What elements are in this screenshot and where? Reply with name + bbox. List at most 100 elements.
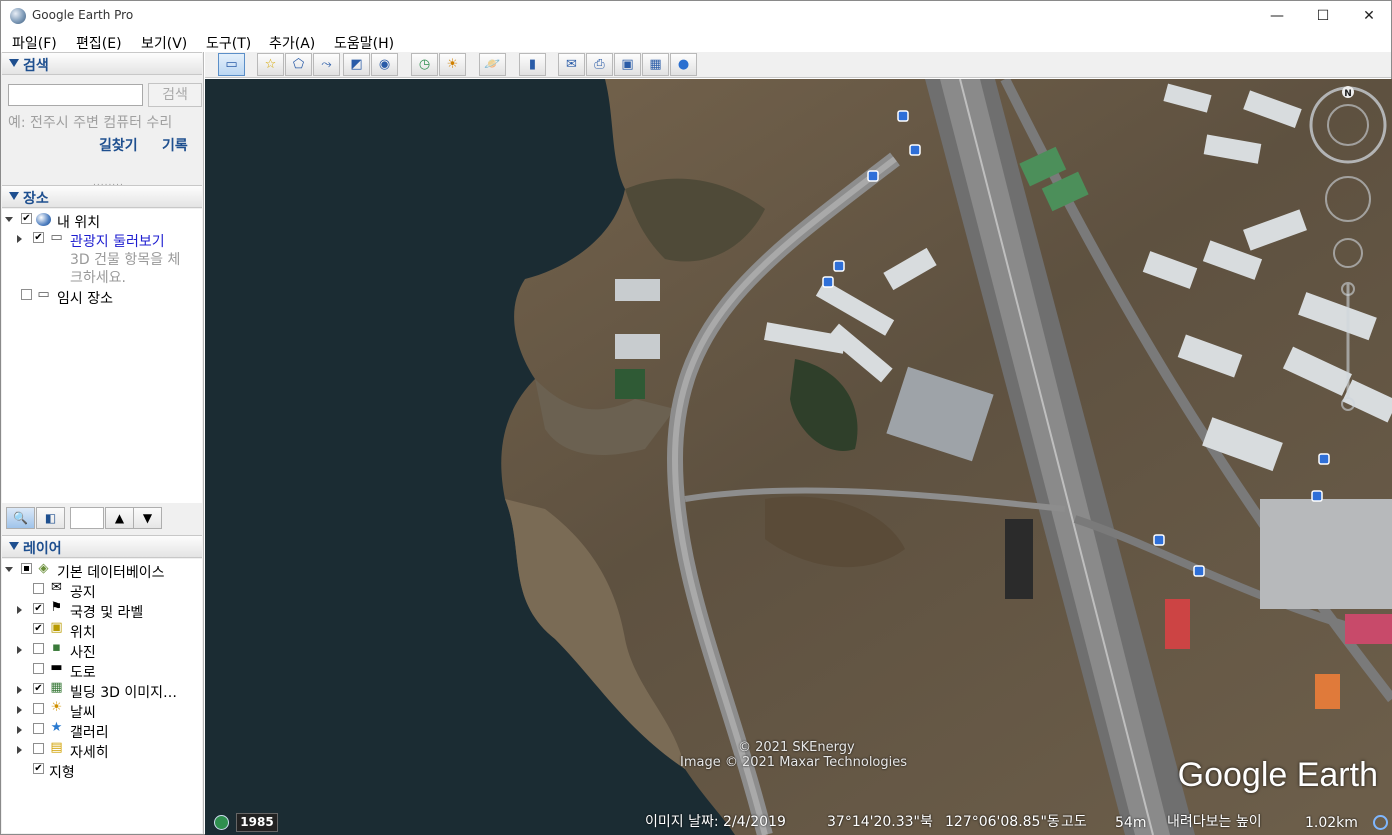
menu-help[interactable]: 도움말(H) [334, 33, 394, 53]
folder-icon: ▭ [50, 230, 63, 245]
blank-field[interactable] [70, 507, 104, 529]
road-icon: ▬ [50, 660, 63, 675]
move-down-icon[interactable]: ▼ [133, 507, 162, 529]
places-tree: 내 위치 ▭ 관광지 둘러보기 3D 건물 항목을 체 크하세요. ▭ 임시 장… [2, 209, 202, 503]
email-icon[interactable]: ✉ [558, 53, 585, 76]
layer-borders-labels[interactable]: ⚑ 국경 및 라벨 [2, 601, 202, 621]
historical-clock-icon[interactable] [214, 815, 229, 830]
print-icon[interactable]: ⎙ [586, 53, 613, 76]
layer-more[interactable]: ▤ 자세히 [2, 741, 202, 761]
google-earth-logo: Google Earth [1177, 756, 1378, 794]
search-input[interactable] [8, 84, 143, 106]
search-button[interactable]: 검색 [148, 83, 202, 107]
collapse-triangle-icon [9, 192, 19, 200]
checkbox[interactable] [33, 683, 44, 694]
compass-north-label: N [1344, 89, 1352, 99]
year-badge[interactable]: 1985 [236, 813, 278, 832]
eye-altitude-label: 내려다보는 높이 [1167, 814, 1262, 830]
checkbox[interactable] [33, 763, 44, 774]
expand-arrow-icon[interactable] [17, 706, 22, 714]
layer-roads[interactable]: ▬ 도로 [2, 661, 202, 681]
tree-item-temporary-places[interactable]: ▭ 임시 장소 [2, 287, 202, 307]
sunlight-icon[interactable]: ☀ [439, 53, 466, 76]
latitude-readout: 37°14'20.33"북 [827, 814, 933, 830]
collapse-triangle-icon [9, 542, 19, 550]
sidebar: 검색 검색 예: 전주시 주변 컴퓨터 수리 길찾기 기록 ........ 장… [1, 52, 204, 834]
expand-arrow-icon[interactable] [17, 646, 22, 654]
tree-item-sightseeing[interactable]: ▭ 관광지 둘러보기 [2, 230, 202, 250]
layers-tree: ◈ 기본 데이터베이스 ✉ 공지 ⚑ 국경 및 라벨 ▣ 위치 [2, 559, 202, 833]
record-tour-icon[interactable]: ◉ [371, 53, 398, 76]
history-link[interactable]: 기록 [162, 135, 188, 155]
checkbox[interactable] [33, 703, 44, 714]
elevation-value: 54m [1115, 815, 1147, 831]
checkbox[interactable] [33, 663, 44, 674]
minimize-button[interactable]: — [1254, 1, 1300, 31]
collapse-triangle-icon [9, 59, 19, 67]
layer-gallery[interactable]: ★ 갤러리 [2, 721, 202, 741]
layer-primary-database[interactable]: ◈ 기본 데이터베이스 [2, 561, 202, 581]
expand-arrow-icon[interactable] [17, 686, 22, 694]
menu-file[interactable]: 파일(F) [12, 33, 57, 53]
checkbox[interactable] [33, 623, 44, 634]
historical-imagery-icon[interactable]: ◷ [411, 53, 438, 76]
checkbox[interactable] [33, 603, 44, 614]
planets-icon[interactable]: 🪐 [479, 53, 506, 76]
copyright-skenergy: © 2021 SKEnergy [738, 740, 855, 755]
search-section-title: 검색 [23, 58, 49, 74]
earth-view[interactable]: N © 2021 SKEnergy Image © 2021 Maxar Tec… [205, 79, 1392, 835]
checkbox[interactable] [33, 232, 44, 243]
title-bar: Google Earth Pro — ☐ ✕ [1, 1, 1391, 31]
directions-link[interactable]: 길찾기 [99, 135, 138, 155]
layer-photos[interactable]: ▪ 사진 [2, 641, 202, 661]
tree-item-my-places[interactable]: 내 위치 [2, 211, 202, 231]
layer-terrain[interactable]: 지형 [2, 761, 202, 781]
checkbox[interactable] [33, 723, 44, 734]
earth-gallery-icon[interactable]: ● [670, 53, 697, 76]
ruler-icon[interactable]: ▮ [519, 53, 546, 76]
place-icon: ▣ [50, 620, 63, 635]
layer-places[interactable]: ▣ 위치 [2, 621, 202, 641]
menu-edit[interactable]: 편집(E) [76, 33, 122, 53]
sidebar-toggle-icon[interactable]: ▭ [218, 53, 245, 76]
menu-add[interactable]: 추가(A) [269, 33, 315, 53]
view-in-maps-icon[interactable]: ▦ [642, 53, 669, 76]
layer-notice[interactable]: ✉ 공지 [2, 581, 202, 601]
expand-arrow-icon[interactable] [17, 235, 22, 243]
checkbox[interactable] [33, 583, 44, 594]
checkbox[interactable] [21, 213, 32, 224]
add-polygon-icon[interactable]: ⬠ [285, 53, 312, 76]
satellite-imagery[interactable]: N [205, 79, 1392, 835]
add-overlay-icon[interactable]: ◩ [343, 53, 370, 76]
star-icon: ★ [50, 720, 63, 735]
menu-view[interactable]: 보기(V) [141, 33, 187, 53]
expand-arrow-icon[interactable] [17, 746, 22, 754]
layers-section-header[interactable]: 레이어 [2, 535, 202, 558]
status-bar: 1985 이미지 날짜: 2/4/2019 37°14'20.33"북 127°… [205, 809, 1392, 835]
add-placemark-icon[interactable]: ☆ [257, 53, 284, 76]
add-path-icon[interactable]: ⤳ [313, 53, 340, 76]
checkbox[interactable] [33, 643, 44, 654]
checkbox[interactable] [33, 743, 44, 754]
globe-icon [36, 213, 51, 226]
expand-arrow-icon[interactable] [5, 217, 13, 222]
close-button[interactable]: ✕ [1346, 1, 1392, 31]
save-image-icon[interactable]: ▣ [614, 53, 641, 76]
layer-weather[interactable]: ☀ 날씨 [2, 701, 202, 721]
expand-arrow-icon[interactable] [17, 606, 22, 614]
move-up-icon[interactable]: ▲ [105, 507, 134, 529]
search-zoom-icon[interactable]: 🔍 [6, 507, 35, 529]
menu-tools[interactable]: 도구(T) [206, 33, 251, 53]
panel-toggle-icon[interactable]: ◧ [36, 507, 65, 529]
maximize-button[interactable]: ☐ [1300, 1, 1346, 31]
checkbox[interactable] [21, 289, 32, 300]
search-section-header[interactable]: 검색 [2, 52, 202, 75]
layer-3d-buildings[interactable]: ▦ 빌딩 3D 이미지… [2, 681, 202, 701]
places-section-title: 장소 [23, 191, 49, 207]
expand-arrow-icon[interactable] [5, 567, 13, 572]
expand-arrow-icon[interactable] [17, 726, 22, 734]
elevation-label: 고도 [1061, 814, 1087, 830]
places-section-header[interactable]: 장소 [2, 185, 202, 208]
checkbox[interactable] [21, 563, 32, 574]
layers-section-title: 레이어 [23, 541, 62, 557]
